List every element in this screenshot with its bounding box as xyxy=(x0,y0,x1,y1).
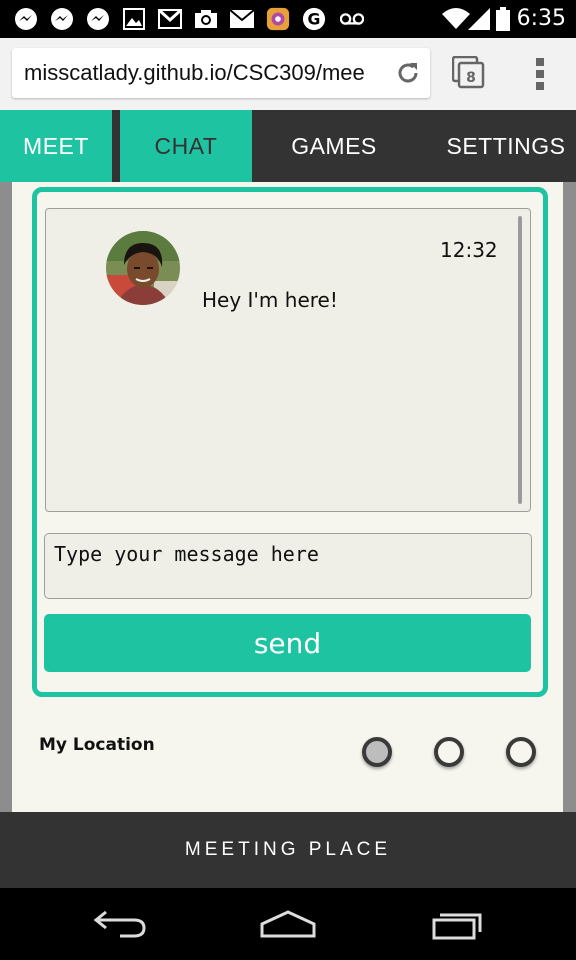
status-time: 6:35 xyxy=(516,6,566,31)
recent-apps-icon[interactable] xyxy=(428,906,488,940)
message-input[interactable] xyxy=(45,534,531,598)
messenger-icon xyxy=(86,7,110,31)
location-radio-1[interactable] xyxy=(362,737,392,767)
back-icon[interactable] xyxy=(90,906,150,940)
browser-toolbar: misscatlady.github.io/CSC309/mee 8 xyxy=(0,38,576,111)
mail-icon xyxy=(230,7,254,31)
gmail-icon xyxy=(158,7,182,31)
camera-icon xyxy=(194,7,218,31)
reload-icon[interactable] xyxy=(394,59,422,87)
messenger-icon xyxy=(50,7,74,31)
message-list-scrollbar[interactable] xyxy=(518,216,522,504)
message-timestamp: 12:32 xyxy=(440,238,498,262)
tab-chat[interactable]: CHAT xyxy=(120,110,252,182)
address-bar[interactable]: misscatlady.github.io/CSC309/mee xyxy=(12,48,430,98)
url-text[interactable]: misscatlady.github.io/CSC309/mee xyxy=(24,60,384,86)
image-icon xyxy=(122,7,146,31)
avatar xyxy=(106,231,180,305)
message-input-wrapper xyxy=(44,533,532,599)
voicemail-icon xyxy=(340,7,364,31)
wifi-icon xyxy=(442,7,470,31)
send-button[interactable]: send xyxy=(44,614,531,672)
tab-games[interactable]: GAMES xyxy=(252,110,416,182)
tab-count: 8 xyxy=(466,70,476,86)
battery-icon xyxy=(494,7,512,31)
message-text: Hey I'm here! xyxy=(202,288,338,312)
signal-icon xyxy=(468,7,490,31)
my-location-label: My Location xyxy=(39,735,155,755)
meeting-place-bar[interactable]: MEETING PLACE xyxy=(0,812,576,888)
app-nav: MEET CHAT GAMES SETTINGS xyxy=(0,110,576,182)
home-icon[interactable] xyxy=(258,906,318,940)
messenger-icon xyxy=(14,7,38,31)
status-bar: G 6:35 xyxy=(0,0,576,38)
location-radio-2[interactable] xyxy=(434,737,464,767)
system-nav-bar xyxy=(0,888,576,960)
svg-text:G: G xyxy=(308,10,321,29)
instagram-icon xyxy=(266,7,290,31)
overflow-menu-icon[interactable] xyxy=(534,56,546,92)
google-icon: G xyxy=(302,7,326,31)
location-radio-3[interactable] xyxy=(506,737,536,767)
nav-divider xyxy=(112,110,120,182)
tab-settings[interactable]: SETTINGS xyxy=(436,110,576,182)
tab-switcher-button[interactable]: 8 xyxy=(451,55,486,90)
tab-meet[interactable]: MEET xyxy=(0,110,112,182)
